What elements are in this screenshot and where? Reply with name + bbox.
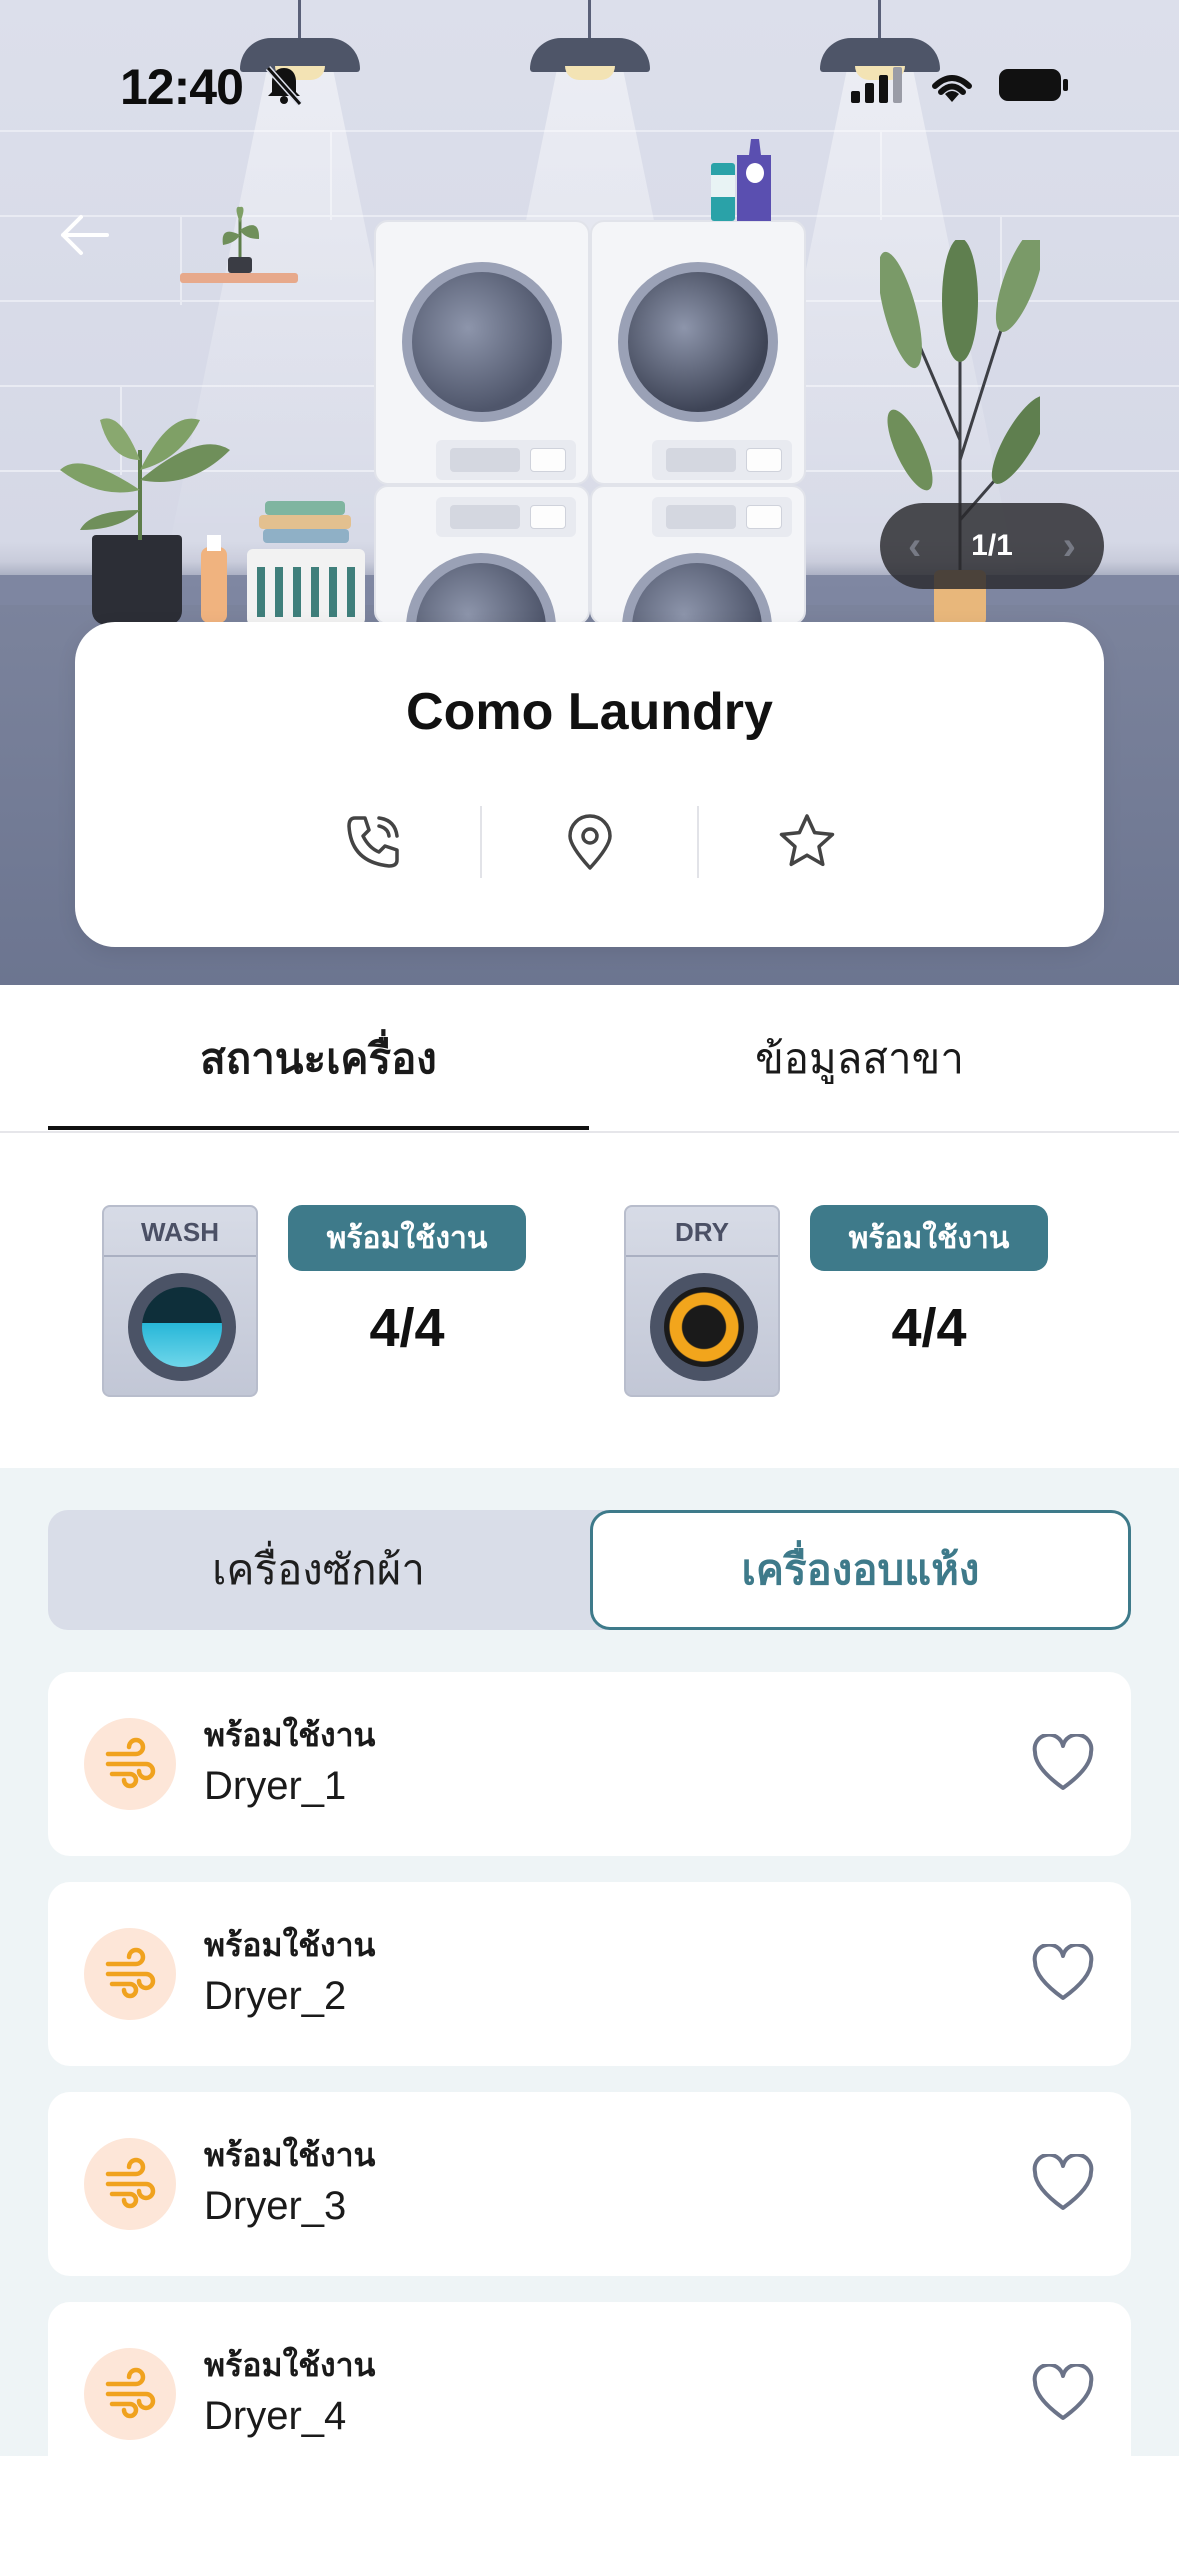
bell-muted-icon (265, 66, 303, 106)
dryer-tile: DRY (624, 1205, 780, 1397)
status-icons (851, 66, 1069, 104)
heart-icon[interactable] (1031, 2154, 1095, 2214)
wall-line (180, 215, 182, 305)
wash-status-badge: พร้อมใช้งาน (288, 1205, 526, 1271)
segment-washers[interactable]: เครื่องซักผ้า (48, 1510, 589, 1630)
list-item[interactable]: พร้อมใช้งาน Dryer_4 (48, 2302, 1131, 2456)
machine-name: Dryer_3 (204, 2184, 347, 2228)
cellular-signal-icon (851, 67, 902, 103)
branch-info-card: Como Laundry (75, 622, 1104, 947)
phone-call-icon (346, 816, 399, 868)
tab-machine-status[interactable]: สถานะเครื่อง (48, 985, 589, 1133)
machine-summary: WASH พร้อมใช้งาน 4/4 DRY พร้อมใช้งาน 4/4 (0, 1135, 1179, 1468)
branch-actions (75, 797, 1104, 887)
machine-status: พร้อมใช้งาน (204, 2137, 376, 2173)
wash-available-count: 4/4 (369, 1298, 445, 1358)
washer-tile-label: WASH (141, 1217, 219, 1247)
image-pager: ‹ 1/1 › (880, 503, 1104, 589)
status-time: 12:40 (120, 59, 244, 115)
laundry-basket-illustration (201, 501, 365, 625)
machine-list-area: เครื่องซักผ้า เครื่องอบแห้ง พร้อมใช้งาน … (0, 1468, 1179, 2456)
machine-panel (652, 440, 792, 480)
pager-count: 1/1 (971, 529, 1013, 562)
list-item[interactable]: พร้อมใช้งาน Dryer_1 (48, 1672, 1131, 1856)
wind-icon (84, 2348, 176, 2440)
bottom-safe-area (0, 2456, 1179, 2556)
list-item[interactable]: พร้อมใช้งาน Dryer_2 (48, 1882, 1131, 2066)
washer-tile: WASH (102, 1205, 258, 1397)
small-plant-illustration (222, 206, 260, 273)
heart-icon[interactable] (1031, 1944, 1095, 2004)
chevron-right-icon[interactable]: › (1063, 524, 1076, 569)
machine-name: Dryer_1 (204, 1764, 347, 1808)
machine-type-switch: เครื่องซักผ้า เครื่องอบแห้ง (48, 1510, 1131, 1630)
chevron-left-icon[interactable]: ‹ (908, 524, 921, 569)
battery-icon (999, 69, 1068, 101)
dry-status-badge: พร้อมใช้งาน (810, 1205, 1048, 1271)
machine-status: พร้อมใช้งาน (204, 1927, 376, 1963)
segment-dryers[interactable]: เครื่องอบแห้ง (590, 1510, 1131, 1630)
washing-machine-icon (128, 1273, 236, 1381)
dry-available-count: 4/4 (891, 1298, 967, 1358)
dryer-illustration (590, 485, 806, 703)
wind-icon (84, 1718, 176, 1810)
wind-icon (84, 1928, 176, 2020)
back-arrow-icon[interactable] (55, 205, 115, 265)
tab-branch-info[interactable]: ข้อมูลสาขา (589, 985, 1130, 1133)
heart-icon[interactable] (1031, 1734, 1095, 1794)
wind-icon (84, 2138, 176, 2230)
wifi-icon (932, 75, 972, 102)
machine-name: Dryer_2 (204, 1974, 347, 2018)
branch-name: Como Laundry (406, 683, 773, 741)
location-button[interactable] (482, 797, 697, 887)
map-pin-icon (567, 814, 612, 870)
list-item[interactable]: พร้อมใช้งาน Dryer_3 (48, 2092, 1131, 2276)
hero-banner: 12:40 ‹ 1/1 › Como Laundry (0, 0, 1179, 985)
tab-active-indicator (48, 1126, 589, 1130)
heart-icon[interactable] (1031, 2364, 1095, 2424)
dryer-tile-label: DRY (675, 1217, 729, 1247)
star-icon (779, 814, 834, 867)
tab-bar: สถานะเครื่อง ข้อมูลสาขา (0, 985, 1179, 1133)
machine-name: Dryer_4 (204, 2394, 347, 2438)
dryer-illustration (374, 485, 590, 703)
call-button[interactable] (265, 797, 480, 887)
detergent-illustration (711, 139, 771, 221)
favorite-branch-button[interactable] (699, 797, 914, 887)
machine-panel (436, 440, 576, 480)
machine-status: พร้อมใช้งาน (204, 2347, 376, 2383)
machine-status: พร้อมใช้งาน (204, 1717, 376, 1753)
dryer-machine-icon (650, 1273, 758, 1381)
